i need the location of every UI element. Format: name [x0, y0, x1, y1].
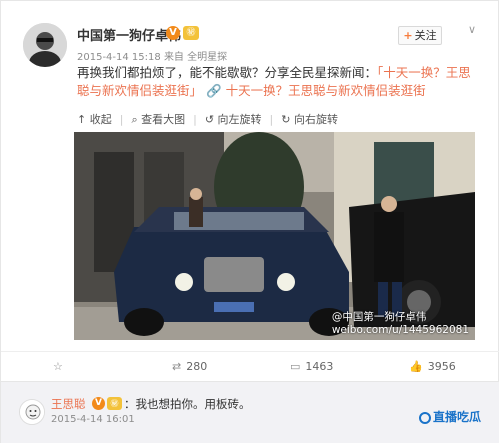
collapse-label: 收起 — [89, 113, 112, 126]
comment-count: 1463 — [305, 360, 334, 373]
follow-label: 关注 — [414, 29, 437, 42]
post-meta: 2015-4-14 15:18 来自 全明星探 — [77, 48, 227, 63]
post-text: 再换我们都拍烦了，能不能歇歇？分享全民星探新闻：「十天一换？王思聪与新欢情侣装逛… — [77, 64, 477, 100]
article-link-title: 十天一换？王思聪与新欢情侣装逛街 — [225, 83, 426, 98]
post-timestamp[interactable]: 2015-4-14 15:18 — [77, 52, 161, 63]
author-avatar[interactable] — [23, 23, 67, 67]
watermark-url: weibo.com/u/1445962081 — [331, 324, 469, 336]
collapse-button[interactable]: ↑ 收起 — [77, 111, 112, 127]
commenter-verified-icon: V — [92, 397, 105, 410]
link-icon: 🔗 — [206, 83, 222, 98]
favorite-button[interactable]: ☆ — [53, 360, 68, 373]
chevron-down-icon[interactable]: ∨ — [468, 23, 476, 36]
post-text-plain: 再换我们都拍烦了，能不能歇歇？分享全民星探新闻： — [77, 65, 378, 80]
like-button[interactable]: 👍 3956 — [409, 360, 456, 373]
plus-icon: + — [403, 29, 413, 42]
commenter-avatar[interactable] — [19, 399, 45, 425]
view-large-button[interactable]: ⌕ 查看大图 — [131, 111, 185, 127]
repost-count: 280 — [186, 360, 208, 373]
watermark-logo-text: 直播吃瓜 — [433, 410, 482, 424]
commenter-name[interactable]: 王思聪 — [51, 396, 86, 412]
watermark-logo: 直播吃瓜 — [419, 408, 481, 425]
watermark-handle: @中国第一狗仔卓伟 — [331, 311, 427, 323]
view-large-label: 查看大图 — [141, 113, 186, 126]
star-icon: ☆ — [53, 360, 63, 373]
comment-button[interactable]: ▭ 1463 — [290, 360, 333, 373]
rotate-right-icon: ↻ — [281, 113, 294, 126]
divider: | — [269, 113, 274, 126]
commenter-level-icon: ㊙ — [107, 397, 122, 410]
comment-item: 王思聪 V ㊙ ：我也想拍你。用板砖。 2015-4-14 16:01 直播吃瓜 — [1, 381, 499, 443]
comment-time: 2015-4-14 16:01 — [51, 414, 135, 425]
post-actions-bar: ☆ ⇄ 280 ▭ 1463 👍 3956 — [1, 351, 499, 381]
verified-badge-icon: V — [166, 26, 180, 40]
weibo-post-card: 中国第一狗仔卓伟 V ㊙ + 关注 ∨ 2015-4-14 15:18 来自 全明… — [0, 0, 499, 443]
rotate-left-label: 向左旋转 — [217, 113, 262, 126]
collapse-icon: ↑ — [77, 113, 90, 126]
zoom-icon: ⌕ — [131, 113, 142, 126]
divider: | — [193, 113, 197, 126]
rotate-left-icon: ↺ — [204, 113, 218, 126]
follow-button[interactable]: + 关注 — [398, 26, 442, 45]
rotate-right-button[interactable]: ↻ 向右旋转 — [281, 111, 338, 127]
like-count: 3956 — [427, 360, 456, 373]
article-link[interactable]: 🔗 十天一换？王思聪与新欢情侣装逛街 — [206, 83, 426, 98]
image-toolbar: ↑ 收起 | ⌕ 查看大图 | ↺ 向左旋转 | ↻ 向右旋转 — [77, 111, 346, 127]
photo-watermark: @中国第一狗仔卓伟 weibo.com/u/1445962081 — [332, 309, 469, 336]
repost-icon: ⇄ — [172, 360, 182, 373]
divider: | — [119, 113, 124, 126]
comment-text: ：我也想拍你。用板砖。 — [124, 397, 251, 411]
lens-icon — [419, 411, 431, 424]
repost-button[interactable]: ⇄ 280 — [172, 360, 207, 373]
rotate-left-button[interactable]: ↺ 向左旋转 — [205, 111, 262, 127]
thumbs-up-icon: 👍 — [409, 360, 423, 373]
rotate-right-label: 向右旋转 — [293, 113, 338, 126]
comment-icon: ▭ — [290, 360, 301, 373]
post-photo[interactable]: @中国第一狗仔卓伟 weibo.com/u/1445962081 — [74, 132, 475, 340]
level-badge-icon: ㊙ — [183, 26, 199, 40]
post-source: 来自 全明星探 — [163, 52, 228, 63]
